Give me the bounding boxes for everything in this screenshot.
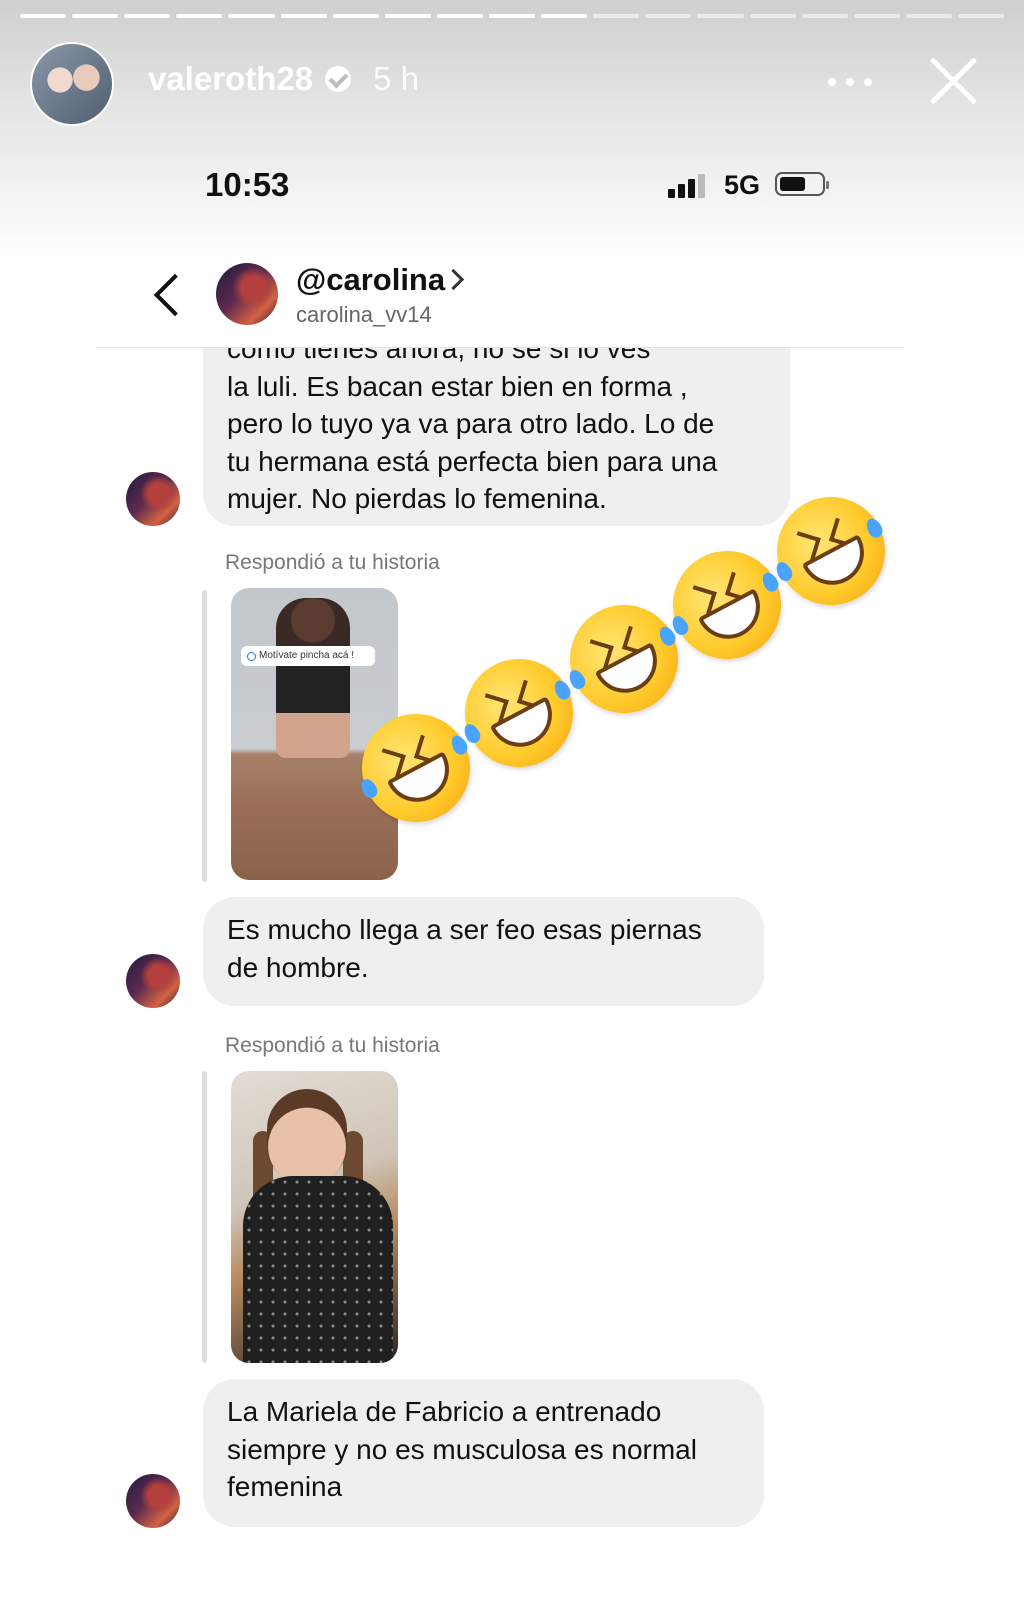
signal-icon bbox=[668, 172, 710, 198]
progress-segment bbox=[488, 14, 536, 18]
sender-avatar[interactable] bbox=[126, 954, 180, 1008]
progress-segment bbox=[853, 14, 900, 18]
progress-segment bbox=[436, 14, 483, 18]
more-options-icon[interactable] bbox=[828, 76, 872, 88]
story-thumbnail[interactable] bbox=[231, 1071, 398, 1363]
thumbnail-person bbox=[267, 1089, 347, 1185]
progress-segment bbox=[176, 14, 223, 18]
link-sticker: Motívate pincha acá ! bbox=[241, 646, 375, 666]
sender-avatar[interactable] bbox=[126, 1474, 180, 1528]
story-header[interactable]: valeroth28 5 h bbox=[148, 60, 419, 98]
reply-bar bbox=[202, 590, 207, 882]
thumbnail-person bbox=[276, 598, 350, 758]
verified-badge-icon bbox=[325, 66, 352, 92]
progress-segment bbox=[541, 14, 588, 18]
battery-icon bbox=[775, 172, 829, 196]
message-line: pero lo tuyo ya va para otro lado. Lo de bbox=[227, 408, 715, 439]
message-line: mujer. No pierdas lo femenina. bbox=[227, 483, 607, 514]
thumbnail-shirt bbox=[243, 1176, 393, 1363]
message-line: La Mariela de Fabricio a entrenado bbox=[227, 1396, 662, 1427]
message-line: Es mucho llega a ser feo esas piernas bbox=[227, 914, 702, 945]
progress-segment bbox=[749, 14, 796, 18]
chevron-right-icon[interactable] bbox=[442, 268, 465, 291]
progress-segment bbox=[801, 14, 848, 18]
message-line: femenina bbox=[227, 1471, 343, 1502]
story-time: 5 h bbox=[373, 60, 419, 97]
message-line: como tienes ahora, no se si lo ves bbox=[227, 348, 651, 364]
progress-segment bbox=[20, 14, 67, 18]
message-line: siempre y no es musculosa es normal bbox=[227, 1433, 697, 1465]
chat-avatar[interactable] bbox=[216, 263, 278, 325]
progress-segment bbox=[72, 14, 119, 18]
story-avatar[interactable] bbox=[30, 42, 114, 126]
chat-handle: carolina_vv14 bbox=[296, 302, 432, 327]
reply-label: Respondió a tu historia bbox=[225, 551, 440, 574]
message-line: la luli. Es bacan estar bien en forma , bbox=[227, 370, 688, 402]
reply-label: Respondió a tu historia bbox=[225, 1034, 440, 1057]
progress-segment bbox=[905, 14, 952, 18]
status-time: 10:53 bbox=[205, 166, 290, 203]
message-bubble[interactable]: Es mucho llega a ser feo esas piernas de… bbox=[203, 897, 764, 1006]
message-bubble[interactable]: La Mariela de Fabricio a entrenado siemp… bbox=[203, 1379, 764, 1527]
progress-segment bbox=[384, 14, 431, 18]
reply-bar bbox=[202, 1071, 207, 1363]
message-line: de hombre. bbox=[227, 951, 369, 983]
network-label: 5G bbox=[724, 170, 761, 200]
progress-segment bbox=[645, 14, 692, 18]
progress-segment bbox=[124, 14, 171, 18]
close-icon[interactable] bbox=[926, 54, 980, 108]
progress-segment bbox=[957, 14, 1005, 18]
progress-segment bbox=[280, 14, 327, 18]
progress-segment bbox=[332, 14, 379, 18]
progress-segment bbox=[593, 14, 640, 18]
chat-name[interactable]: @carolina bbox=[296, 262, 445, 298]
story-progress-bar bbox=[20, 14, 1005, 19]
progress-segment bbox=[697, 14, 744, 18]
story-top-overlay bbox=[0, 0, 1024, 260]
message-bubble[interactable]: como tienes ahora, no se si lo ves la lu… bbox=[203, 348, 790, 526]
back-icon[interactable] bbox=[153, 273, 197, 317]
progress-segment bbox=[228, 14, 275, 18]
sender-avatar[interactable] bbox=[126, 472, 180, 526]
story-username[interactable]: valeroth28 bbox=[148, 60, 313, 98]
message-line: tu hermana está perfecta bien para una bbox=[227, 445, 718, 477]
